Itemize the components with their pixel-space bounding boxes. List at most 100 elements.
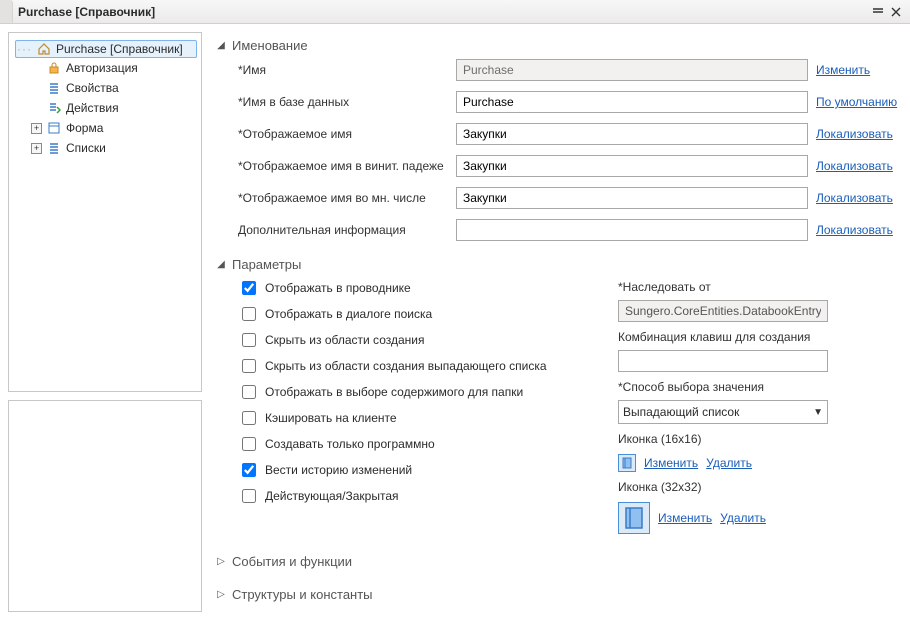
chk-searchdlg-input[interactable] [242, 307, 256, 321]
chevron-down-icon: ▼ [813, 407, 823, 418]
chk-cache[interactable]: Кэшировать на клиенте [238, 408, 578, 428]
expand-icon[interactable]: + [31, 123, 42, 134]
field-label: *Отображаемое имя во мн. числе [238, 191, 448, 205]
section-naming-body: *Имя Изменить *Имя в базе данных По умол… [216, 59, 894, 241]
chk-label: Действующая/Закрытая [265, 489, 399, 503]
addinfo-localize-link[interactable]: Локализовать [816, 223, 894, 237]
tree-item-root[interactable]: ··· Purchase [Справочник] [15, 40, 197, 58]
field-dbname: *Имя в базе данных По умолчанию [238, 91, 894, 113]
icon32-delete-link[interactable]: Удалить [720, 511, 766, 525]
section-title: События и функции [232, 554, 352, 569]
tree-label: Форма [66, 121, 103, 135]
display-input[interactable] [456, 123, 808, 145]
inherit-label: *Наследовать от [618, 280, 868, 294]
dbname-input[interactable] [456, 91, 808, 113]
expand-icon: ▷ [216, 556, 226, 567]
tree-item-actions[interactable]: Действия [29, 99, 197, 117]
params-right: *Наследовать от Комбинация клавиш для со… [618, 278, 868, 534]
tree-item-auth[interactable]: Авторизация [29, 59, 197, 77]
chk-label: Кэшировать на клиенте [265, 411, 397, 425]
selmode-label: *Способ выбора значения [618, 380, 868, 394]
field-label: *Отображаемое имя в винит. падеже [238, 159, 448, 173]
lock-icon [46, 60, 62, 76]
chk-folder[interactable]: Отображать в выборе содержимого для папк… [238, 382, 578, 402]
close-icon[interactable] [888, 4, 904, 20]
field-display: *Отображаемое имя Локализовать [238, 123, 894, 145]
field-label: *Имя [238, 63, 448, 77]
icon16-delete-link[interactable]: Удалить [706, 456, 752, 470]
chk-searchdlg[interactable]: Отображать в диалоге поиска [238, 304, 578, 324]
section-title: Именование [232, 38, 308, 53]
accusative-localize-link[interactable]: Локализовать [816, 159, 894, 173]
section-naming-header[interactable]: ◢ Именование [216, 32, 894, 59]
dbname-default-link[interactable]: По умолчанию [816, 95, 897, 109]
chk-hidecreate-input[interactable] [242, 333, 256, 347]
section-events-header[interactable]: ▷ События и функции [216, 548, 894, 575]
tree-label: Purchase [Справочник] [56, 42, 183, 56]
field-addinfo: Дополнительная информация Локализовать [238, 219, 894, 241]
chk-explorer-input[interactable] [242, 281, 256, 295]
chk-actclose[interactable]: Действующая/Закрытая [238, 486, 578, 506]
form-area: ◢ Именование *Имя Изменить *Имя в базе д… [210, 24, 910, 620]
field-label: Дополнительная информация [238, 223, 448, 237]
expand-icon: ▷ [216, 589, 226, 600]
name-change-link[interactable]: Изменить [816, 63, 894, 77]
chk-label: Скрыть из области создания выпадающего с… [265, 359, 547, 373]
chk-progonly-input[interactable] [242, 437, 256, 451]
preview-panel [8, 400, 202, 612]
field-name: *Имя Изменить [238, 59, 894, 81]
selmode-select[interactable]: Выпадающий список ▼ [618, 400, 828, 424]
tree-panel: ··· Purchase [Справочник] [8, 32, 202, 392]
selmode-value: Выпадающий список [623, 405, 739, 419]
chk-label: Отображать в выборе содержимого для папк… [265, 385, 523, 399]
name-input [456, 59, 808, 81]
section-params-header[interactable]: ◢ Параметры [216, 251, 894, 278]
field-accusative: *Отображаемое имя в винит. падеже Локали… [238, 155, 894, 177]
icon16-edit-link[interactable]: Изменить [644, 456, 698, 470]
nav-tree: ··· Purchase [Справочник] [13, 39, 197, 159]
section-title: Параметры [232, 257, 301, 272]
chk-label: Отображать в диалоге поиска [265, 307, 432, 321]
section-structs-header[interactable]: ▷ Структуры и константы [216, 581, 894, 608]
tree-dots: ··· [17, 42, 32, 56]
field-label: *Имя в базе данных [238, 95, 448, 109]
chk-explorer[interactable]: Отображать в проводнике [238, 278, 578, 298]
minimize-icon[interactable] [870, 4, 886, 20]
chk-history[interactable]: Вести историю изменений [238, 460, 578, 480]
accusative-input[interactable] [456, 155, 808, 177]
chk-label: Скрыть из области создания [265, 333, 424, 347]
tree-label: Списки [66, 141, 106, 155]
icon16-row: Изменить Удалить [618, 454, 868, 472]
plural-input[interactable] [456, 187, 808, 209]
chk-hidecreate[interactable]: Скрыть из области создания [238, 330, 578, 350]
home-icon [36, 41, 52, 57]
list-icon [46, 80, 62, 96]
params-checkboxes: Отображать в проводнике Отображать в диа… [238, 278, 578, 534]
icon16-label: Иконка (16x16) [618, 432, 868, 446]
list-icon [46, 140, 62, 156]
display-localize-link[interactable]: Локализовать [816, 127, 894, 141]
chk-label: Вести историю изменений [265, 463, 412, 477]
tree-item-form[interactable]: + Форма [29, 119, 197, 137]
tree-label: Свойства [66, 81, 119, 95]
expand-icon[interactable]: + [31, 143, 42, 154]
chk-folder-input[interactable] [242, 385, 256, 399]
chk-history-input[interactable] [242, 463, 256, 477]
chk-label: Создавать только программно [265, 437, 435, 451]
chk-hidedd-input[interactable] [242, 359, 256, 373]
plural-localize-link[interactable]: Локализовать [816, 191, 894, 205]
chk-actclose-input[interactable] [242, 489, 256, 503]
chk-cache-input[interactable] [242, 411, 256, 425]
tree-item-props[interactable]: Свойства [29, 79, 197, 97]
icon32-edit-link[interactable]: Изменить [658, 511, 712, 525]
chk-progonly[interactable]: Создавать только программно [238, 434, 578, 454]
inherit-input [618, 300, 828, 322]
icon32-row: Изменить Удалить [618, 502, 868, 534]
book-icon [618, 454, 636, 472]
section-params-body: Отображать в проводнике Отображать в диа… [216, 278, 894, 534]
chk-hidedd[interactable]: Скрыть из области создания выпадающего с… [238, 356, 578, 376]
addinfo-input[interactable] [456, 219, 808, 241]
tree-item-lists[interactable]: + Списки [29, 139, 197, 157]
hotkey-input[interactable] [618, 350, 828, 372]
icon32-label: Иконка (32x32) [618, 480, 868, 494]
